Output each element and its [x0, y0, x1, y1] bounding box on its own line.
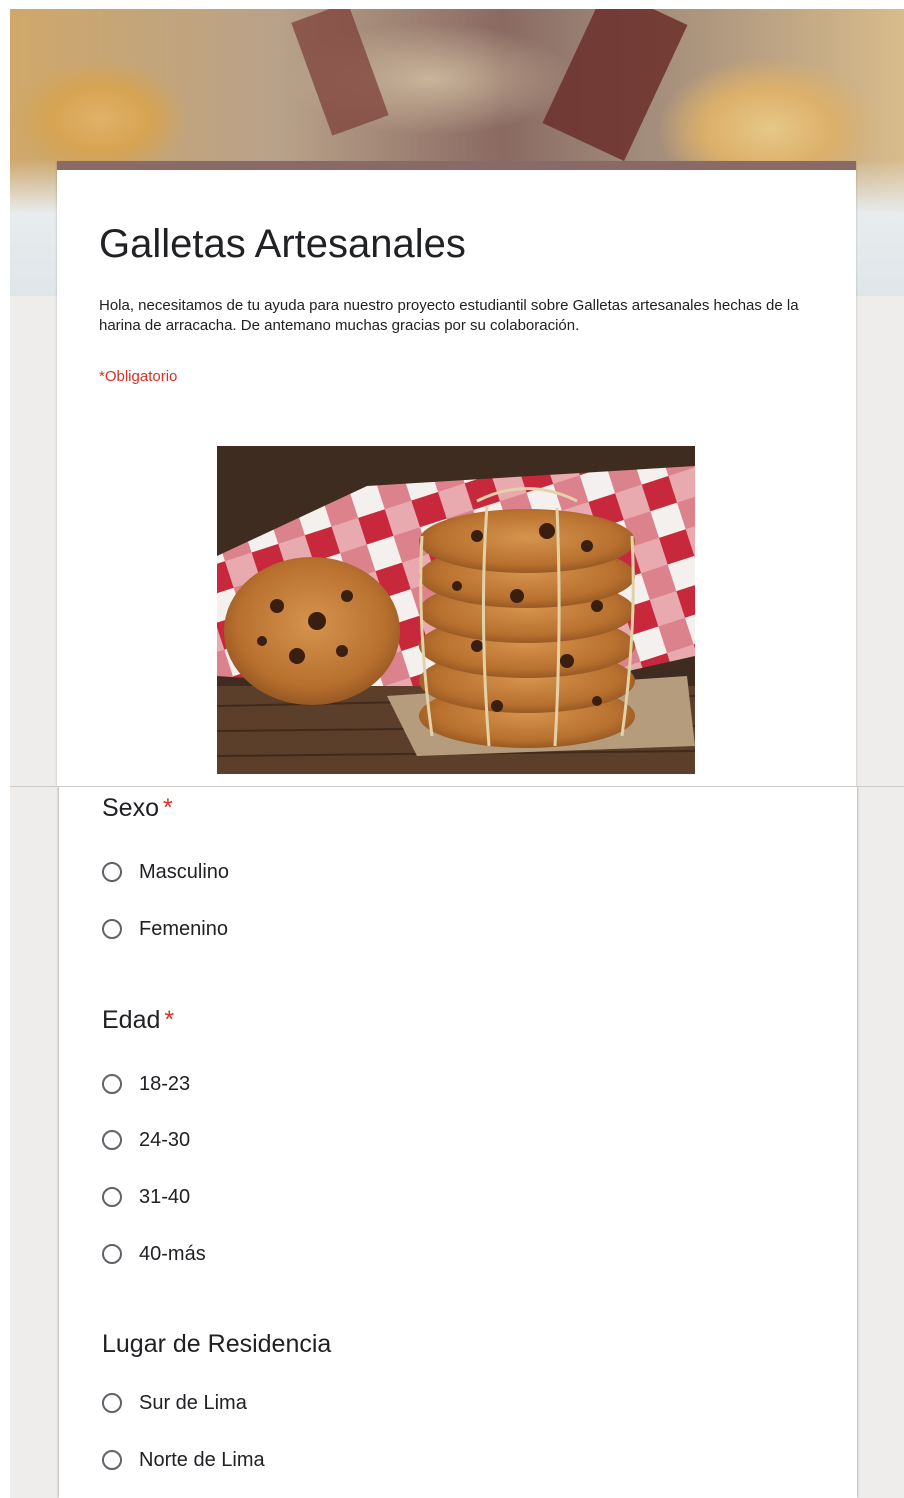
option-label: 40-más [139, 1242, 206, 1265]
banner-ribbon-decoration [291, 9, 389, 136]
question-edad: Edad * 18-23 24-30 31-40 40-más [102, 1005, 206, 1269]
questions-section: Sexo * Masculino Femenino Edad * 18-23 24-… [10, 786, 904, 1498]
radio-option-norte-de-lima[interactable]: Norte de Lima [102, 1445, 331, 1475]
radio-button-icon[interactable] [102, 1393, 122, 1413]
radio-option-masculino[interactable]: Masculino [102, 857, 229, 887]
radio-button-icon[interactable] [102, 1450, 122, 1470]
option-label: 24-30 [139, 1128, 191, 1151]
radio-option-femenino[interactable]: Femenino [102, 914, 229, 944]
form-title-card: Galletas Artesanales Hola, necesitamos d… [57, 161, 856, 786]
option-label: Masculino [139, 860, 230, 883]
radio-button-icon[interactable] [102, 1244, 122, 1264]
question-sexo: Sexo * Masculino Femenino [102, 793, 229, 944]
option-label: Femenino [139, 917, 228, 940]
required-note: *Obligatorio [99, 368, 178, 385]
option-label: Sur de Lima [139, 1391, 247, 1414]
radio-button-icon[interactable] [102, 1187, 122, 1207]
form-header-section: Galletas Artesanales Hola, necesitamos d… [10, 9, 904, 786]
question-lugar-de-residencia: Lugar de Residencia Sur de Lima Norte de… [102, 1329, 331, 1475]
questions-card: Sexo * Masculino Femenino Edad * 18-23 24-… [59, 787, 857, 1498]
question-title: Sexo * [102, 793, 229, 823]
option-label: 18-23 [139, 1072, 191, 1095]
option-label: Norte de Lima [139, 1448, 265, 1471]
radio-button-icon[interactable] [102, 862, 122, 882]
form-description: Hola, necesitamos de tu ayuda para nuest… [99, 297, 799, 334]
radio-option-40-mas[interactable]: 40-más [102, 1239, 206, 1269]
required-asterisk: * [162, 794, 173, 822]
question-title-text: Edad [102, 1006, 161, 1034]
radio-option-31-40[interactable]: 31-40 [102, 1182, 206, 1212]
radio-option-24-30[interactable]: 24-30 [102, 1125, 206, 1155]
question-title: Lugar de Residencia [102, 1329, 331, 1359]
question-title-text: Sexo [102, 794, 159, 822]
question-title: Edad * [102, 1005, 206, 1035]
banner-ribbon-decoration [542, 9, 688, 161]
radio-option-sur-de-lima[interactable]: Sur de Lima [102, 1388, 331, 1418]
radio-button-icon[interactable] [102, 1130, 122, 1150]
form-title: Galletas Artesanales [99, 222, 466, 266]
required-asterisk: * [164, 1006, 175, 1034]
question-title-text: Lugar de Residencia [102, 1330, 332, 1358]
option-label: 31-40 [139, 1185, 191, 1208]
radio-button-icon[interactable] [102, 1074, 122, 1094]
radio-option-18-23[interactable]: 18-23 [102, 1069, 206, 1099]
radio-button-icon[interactable] [102, 919, 122, 939]
cookies-image [217, 446, 695, 774]
